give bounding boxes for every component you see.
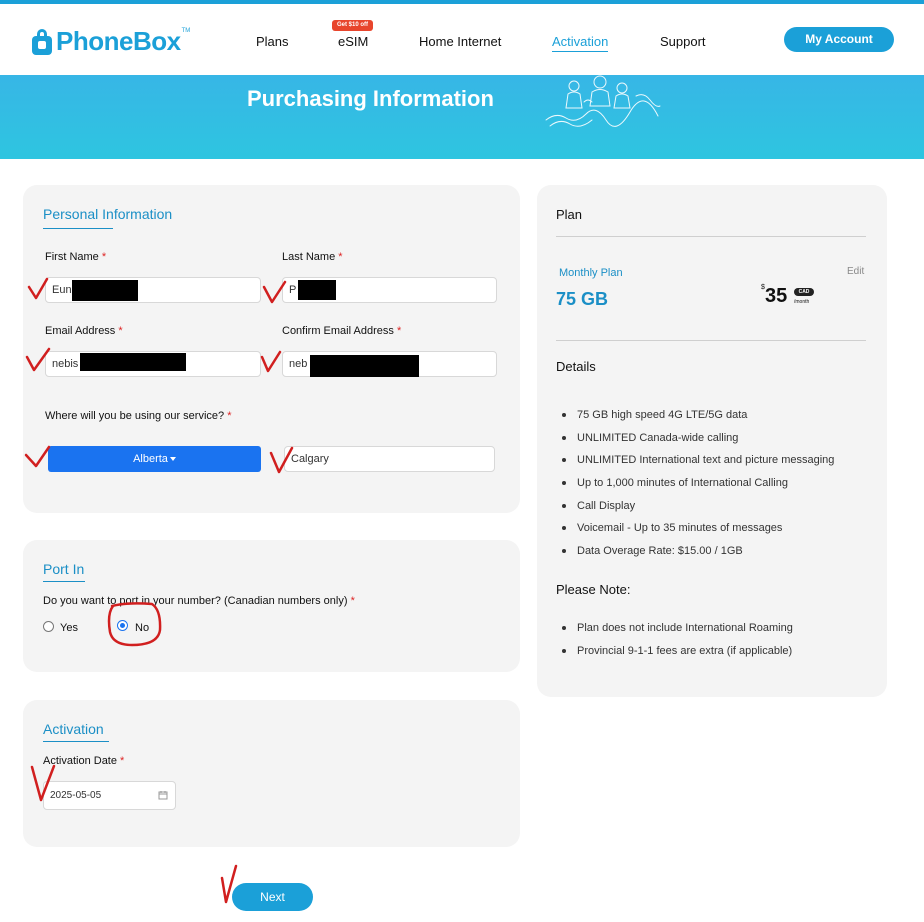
list-item: Plan does not include International Roam… [556, 621, 876, 644]
brand-name: PhoneBox [56, 26, 181, 56]
email-label: Email Address * [45, 325, 123, 337]
caret-down-icon [169, 457, 176, 462]
port-in-no-label[interactable]: No [135, 622, 149, 634]
nav-plans[interactable]: Plans [256, 34, 289, 49]
brand-logo[interactable]: PhoneBox TM [32, 26, 190, 57]
port-in-heading: Port In [43, 561, 85, 577]
heading-underline [43, 741, 109, 742]
list-item: Call Display [556, 499, 876, 522]
list-item: UNLIMITED Canada-wide calling [556, 431, 876, 454]
next-button[interactable]: Next [232, 883, 313, 911]
plan-heading: Plan [556, 207, 583, 222]
page-title: Purchasing Information [247, 86, 494, 111]
redaction-box [72, 280, 138, 301]
activation-date-input[interactable]: 2025-05-05 [43, 781, 176, 810]
port-in-no-radio[interactable] [117, 620, 128, 631]
edit-plan-link[interactable]: Edit [847, 266, 864, 277]
list-item: 75 GB high speed 4G LTE/5G data [556, 408, 876, 431]
heading-underline [43, 228, 113, 229]
list-item: Voicemail - Up to 35 minutes of messages [556, 521, 876, 544]
divider [556, 236, 866, 237]
redaction-box [80, 353, 186, 371]
price-period: /month [794, 299, 810, 305]
service-location-label: Where will you be using our service? * [45, 410, 232, 422]
calendar-icon[interactable] [158, 790, 168, 800]
nav-esim[interactable]: eSIM [338, 34, 368, 49]
city-input[interactable]: Calgary [284, 446, 495, 472]
my-account-button[interactable]: My Account [784, 27, 894, 52]
plan-notes-list: Plan does not include International Roam… [556, 621, 876, 666]
list-item: Provincial 9-1-1 fees are extra (if appl… [556, 644, 876, 667]
province-dropdown[interactable]: Alberta [48, 446, 261, 472]
activation-heading: Activation [43, 721, 104, 737]
nav-home-internet[interactable]: Home Internet [419, 34, 501, 49]
heading-underline [43, 581, 85, 582]
port-in-yes-label[interactable]: Yes [60, 622, 78, 634]
port-in-yes-radio[interactable] [43, 621, 54, 632]
plan-price: 35 [765, 285, 788, 307]
divider [556, 340, 866, 341]
redaction-box [298, 280, 336, 300]
list-item: Data Overage Rate: $15.00 / 1GB [556, 544, 876, 567]
plan-type-label: Monthly Plan [559, 267, 623, 279]
list-item: Up to 1,000 minutes of International Cal… [556, 476, 876, 499]
please-note-heading: Please Note: [556, 582, 631, 597]
currency-badge: CAD [794, 288, 814, 296]
redaction-box [310, 355, 419, 377]
plan-details-list: 75 GB high speed 4G LTE/5G data UNLIMITE… [556, 408, 876, 567]
shopping-bag-icon [32, 28, 52, 55]
nav-support[interactable]: Support [660, 34, 706, 49]
port-in-question: Do you want to port in your number? (Can… [43, 595, 355, 607]
last-name-label: Last Name * [282, 251, 343, 263]
list-item: UNLIMITED International text and picture… [556, 453, 876, 476]
nav-activation[interactable]: Activation [552, 34, 609, 52]
personal-info-heading: Personal Information [43, 206, 173, 222]
first-name-label: First Name * [45, 251, 107, 263]
trademark: TM [181, 28, 191, 34]
esim-promo-badge: Get $10 off [332, 20, 373, 31]
confirm-email-label: Confirm Email Address * [282, 325, 402, 337]
people-illustration [545, 75, 661, 127]
details-heading: Details [556, 359, 596, 374]
activation-date-label: Activation Date * [43, 755, 125, 767]
plan-data-amount: 75 GB [556, 289, 609, 309]
